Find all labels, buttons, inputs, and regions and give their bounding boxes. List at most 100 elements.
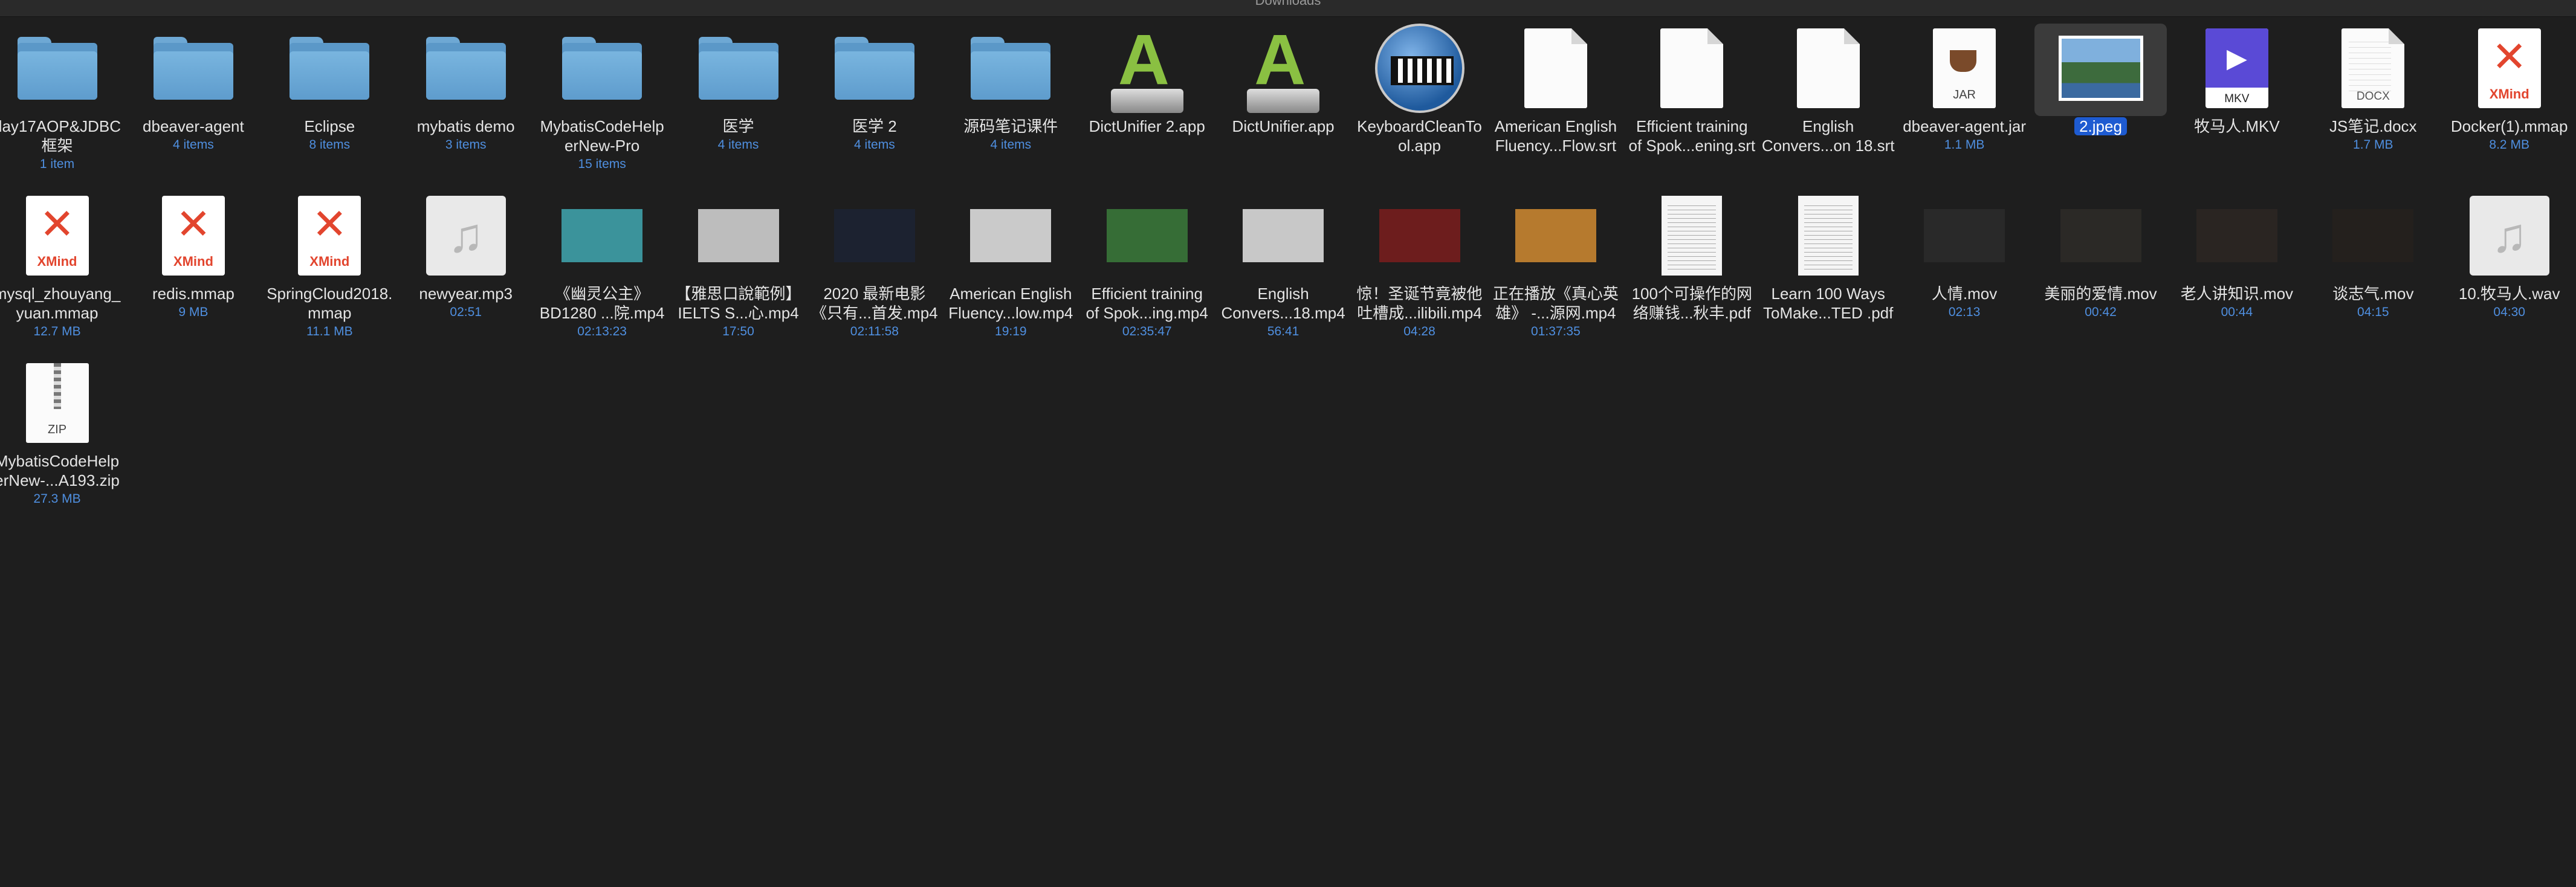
file-item[interactable]: 医学 4 items [670,21,806,184]
file-item[interactable]: ✕ XMind mysql_zhouyang_ yuan.mmap 12.7 MB [0,189,125,352]
file-item[interactable]: 正在播放《真心英 雄》 -...源网.mp4 01:37:35 [1487,189,1623,352]
file-item[interactable]: 《幽灵公主》 BD1280 ...院.mp4 02:13:23 [534,189,670,352]
file-item[interactable]: JAR dbeaver-agent.jar 1.1 MB [1897,21,2033,184]
file-item-icon-box: ZIP [25,363,89,443]
file-meta: 4 items [854,138,895,152]
file-item[interactable]: 源码笔记课件 4 items [943,21,1079,184]
file-item[interactable]: English Convers...18.mp4 56:41 [1215,189,1351,352]
file-name: KeyboardCleanTo ol.app [1357,117,1482,155]
file-item-icon-box [1379,208,1460,262]
file-name: redis.mmap [152,285,235,303]
file-item[interactable]: 人情.mov 02:13 [1897,189,2033,352]
file-name: JS笔记.docx [2329,117,2417,135]
file-name: 老人讲知识.mov [2180,285,2294,303]
file-item[interactable]: Efficient training of Spok...ening.srt [1624,21,1760,184]
icon-row-1: day17AOP&JDBC 框架 1 item dbeaver-agent 4 ite… [0,21,2576,189]
file-item[interactable]: 老人讲知识.mov 00:44 [2169,189,2305,352]
dictunifier-app-icon: A [1107,24,1187,113]
file-item[interactable]: 美丽的爱情.mov 00:42 [2033,189,2169,352]
file-item-icon-box [1243,208,1324,262]
file-name: DictUnifier.app [1232,117,1335,135]
file-item-icon-box [1106,208,1188,262]
file-item-icon-area [670,21,806,115]
file-item-icon-area [1487,21,1623,115]
file-item-icon-area: ♫ [398,189,534,282]
xmind-icon: ✕ XMind [2477,28,2541,108]
file-item[interactable]: DOCX JS笔记.docx 1.7 MB [2305,21,2441,184]
file-meta: 1.1 MB [1944,138,1985,152]
file-item-icon-area [943,189,1079,282]
file-item[interactable]: 【雅思口說範例】 IELTS S...心.mp4 17:50 [670,189,806,352]
file-meta: 9 MB [178,305,209,319]
file-item-icon-area: ♫ [2441,189,2576,282]
file-item-label-wrap: redis.mmap 9 MB [125,284,261,321]
file-meta: 8 items [309,138,351,152]
file-item[interactable]: Efficient training of Spok...ing.mp4 02:3… [1079,189,1215,352]
file-item-icon-box: A [1107,24,1187,113]
file-item[interactable]: ▶ MKV 牧马人.MKV [2169,21,2305,184]
file-item-label-wrap: MybatisCodeHelp erNew-...A193.zip 27.3 MB [0,451,125,508]
file-item[interactable]: MybatisCodeHelp erNew-Pro 15 items [534,21,670,184]
file-meta: 19:19 [995,324,1027,338]
file-item-icon-box [1660,28,1724,108]
file-item[interactable]: ✕ XMind Docker(1).mmap 8.2 MB [2441,21,2576,184]
file-meta: 15 items [578,157,626,171]
file-name: day17AOP&JDBC 框架 [0,117,121,155]
file-item[interactable]: Eclipse 8 items [262,21,398,184]
file-item-icon-box [290,36,370,100]
window-title: Downloads [1255,0,1321,8]
file-item[interactable]: English Convers...on 18.srt [1760,21,1896,184]
file-item[interactable]: ZIP MybatisCodeHelp erNew-...A193.zip 27.3… [0,356,125,519]
window-titlebar: Downloads [0,0,2576,17]
file-item[interactable]: ♫ newyear.mp3 02:51 [398,189,534,352]
file-item[interactable]: 谈志气.mov 04:15 [2305,189,2441,352]
file-item[interactable]: KeyboardCleanTo ol.app [1351,21,1487,184]
file-item-label-wrap: Docker(1).mmap 8.2 MB [2441,117,2576,154]
folder-icon [562,36,642,100]
file-name: 《幽灵公主》 BD1280 ...院.mp4 [539,285,665,322]
file-item-icon-area [398,21,534,115]
file-item-icon-box [2196,208,2277,262]
file-item-icon-area [1215,189,1351,282]
file-item[interactable]: 2.jpeg [2033,21,2169,184]
file-item-label-wrap: 人情.mov 02:13 [1897,284,2033,321]
file-item[interactable]: 惊！圣诞节竟被他 吐槽成...ilibili.mp4 04:28 [1351,189,1487,352]
file-item[interactable]: ✕ XMind redis.mmap 9 MB [125,189,261,352]
file-item[interactable]: 医学 2 4 items [806,21,942,184]
file-item[interactable]: Learn 100 Ways ToMake...TED .pdf [1760,189,1896,352]
file-item-icon-area [943,21,1079,115]
file-name: 惊！圣诞节竟被他 吐槽成...ilibili.mp4 [1356,285,1483,322]
file-item-icon-box [562,36,642,100]
file-name: Efficient training of Spok...ening.srt [1628,117,1756,155]
file-item-icon-box: ✕ XMind [161,195,225,276]
file-item-label-wrap: Efficient training of Spok...ening.srt [1624,117,1760,155]
file-name: 【雅思口說範例】 IELTS S...心.mp4 [675,285,801,322]
file-item[interactable]: American English Fluency...low.mp4 19:19 [943,189,1079,352]
file-item[interactable]: 2020 最新电影 《只有...首发.mp4 02:11:58 [806,189,942,352]
file-item[interactable]: mybatis demo 3 items [398,21,534,184]
file-item-icon-box [153,36,233,100]
file-item[interactable]: A DictUnifier 2.app [1079,21,1215,184]
file-item-icon-area: ✕ XMind [2441,21,2576,115]
file-item-icon-area: ✕ XMind [262,189,398,282]
file-item[interactable]: dbeaver-agent 4 items [125,21,261,184]
file-item[interactable]: ✕ XMind SpringCloud2018. mmap 11.1 MB [262,189,398,352]
file-item[interactable]: American English Fluency...Flow.srt [1487,21,1623,184]
pdf-icon [1662,195,1723,276]
file-item-icon-area [534,189,670,282]
keyboard-app-icon [1374,23,1464,113]
file-item-icon-area: ▶ MKV [2169,21,2305,115]
file-item-label-wrap: English Convers...18.mp4 56:41 [1215,284,1351,341]
file-item-icon-box [1924,208,2005,262]
video-thumbnail [2332,208,2414,262]
video-thumbnail [1379,208,1460,262]
file-item[interactable]: day17AOP&JDBC 框架 1 item [0,21,125,184]
file-meta: 4 items [990,138,1032,152]
file-item-icon-box [1374,23,1464,113]
file-meta: 02:51 [450,305,482,319]
file-item[interactable]: 100个可操作的网 络赚钱...秋丰.pdf [1624,189,1760,352]
file-item-icon-area [2033,189,2169,282]
file-item[interactable]: ♫ 10.牧马人.wav 04:30 [2441,189,2576,352]
file-item-icon-box: ▶ MKV [2205,28,2268,108]
file-item[interactable]: A DictUnifier.app [1215,21,1351,184]
